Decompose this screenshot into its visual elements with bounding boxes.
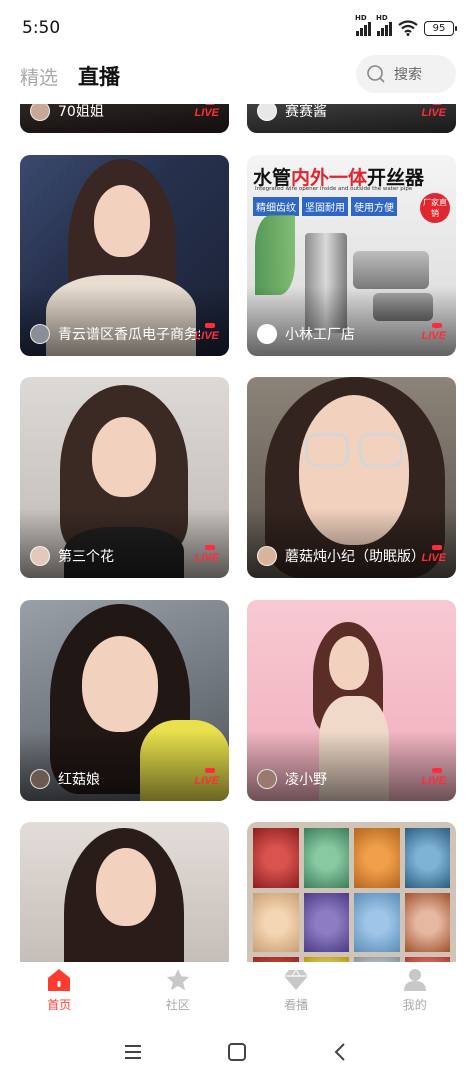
profile-icon — [403, 969, 426, 991]
card-anchor: 蘑菇炖小纪（助眠版） — [257, 546, 425, 566]
star-icon — [166, 969, 190, 991]
card-cover — [247, 822, 456, 964]
live-badge: LIVE — [421, 104, 446, 119]
nav-community[interactable]: 社区 — [119, 962, 238, 1024]
battery-level: 95 — [432, 22, 446, 34]
anchor-name: 赛赛酱 — [285, 104, 327, 120]
card-anchor: 第三个花 — [30, 546, 114, 566]
live-badge: LIVE — [421, 545, 446, 564]
live-feed[interactable]: 70姐姐 LIVE 赛赛酱 LIVE 青云谱区香瓜电子商务经 LIVE 水管内外… — [0, 104, 474, 964]
live-card[interactable]: 70姐姐 LIVE — [20, 104, 229, 133]
anchor-name: 蘑菇炖小纪（助眠版） — [285, 549, 425, 565]
live-badge: LIVE — [194, 545, 219, 564]
live-card[interactable]: 蘑菇炖小纪（助眠版） LIVE — [247, 377, 456, 578]
top-header: 精选 直播 搜索 — [0, 55, 474, 101]
anchor-name: 凌小野 — [285, 772, 327, 788]
card-anchor: 70姐姐 — [30, 104, 104, 121]
diamond-icon — [284, 969, 309, 990]
live-card[interactable]: 赛赛酱 LIVE — [247, 104, 456, 133]
card-anchor: 赛赛酱 — [257, 104, 327, 121]
nav-profile-label: 我的 — [402, 998, 427, 1012]
live-badge: LIVE — [194, 323, 219, 342]
card-cover — [20, 822, 229, 964]
nav-home-label: 首页 — [47, 998, 72, 1012]
live-card[interactable]: 青云谱区香瓜电子商务经 LIVE — [20, 155, 229, 356]
card-anchor: 红菇娘 — [30, 769, 100, 789]
signal-hd-label-2: HD — [376, 14, 388, 22]
anchor-name: 红菇娘 — [58, 772, 100, 788]
live-card[interactable] — [20, 822, 229, 964]
nav-community-label: 社区 — [165, 998, 190, 1012]
avatar — [30, 104, 50, 121]
poster-tag: 坚固耐用 — [302, 197, 348, 216]
status-time: 5:50 — [22, 18, 61, 38]
signal-icon: HD — [355, 14, 371, 36]
card-anchor: 青云谱区香瓜电子商务经 — [30, 324, 200, 344]
avatar — [30, 546, 50, 566]
live-card[interactable]: 水管内外一体开丝器 Integrated wire opener inside … — [247, 155, 456, 356]
nav-home[interactable]: 首页 — [0, 962, 119, 1024]
poster-tags: 精细齿纹 坚固耐用 使用方便 — [253, 197, 397, 216]
live-card[interactable]: 红菇娘 LIVE — [20, 600, 229, 801]
anchor-name: 第三个花 — [58, 549, 114, 565]
anchor-name: 小林工厂店 — [285, 327, 355, 343]
back-chevron-icon — [334, 1043, 345, 1061]
live-card[interactable]: 凌小野 LIVE — [247, 600, 456, 801]
tab-live[interactable]: 直播 — [78, 61, 120, 91]
poster-subtitle: Integrated wire opener inside and outsid… — [255, 186, 413, 192]
nav-watch[interactable]: 看播 — [237, 962, 356, 1024]
anchor-name: 70姐姐 — [58, 104, 104, 120]
live-card[interactable] — [247, 822, 456, 964]
recents-button[interactable] — [81, 1024, 185, 1080]
search-icon — [367, 65, 385, 83]
back-button[interactable] — [289, 1024, 393, 1080]
signal-icon-2: HD — [376, 14, 392, 36]
bottom-nav: 首页 社区 看播 我的 — [0, 962, 474, 1024]
nav-profile[interactable]: 我的 — [356, 962, 474, 1024]
live-card[interactable]: 第三个花 LIVE — [20, 377, 229, 578]
search-input[interactable]: 搜索 — [356, 55, 456, 93]
square-icon — [228, 1043, 246, 1061]
tab-featured[interactable]: 精选 — [20, 63, 58, 90]
avatar — [257, 769, 277, 789]
home-icon — [48, 969, 71, 991]
home-button[interactable] — [185, 1024, 289, 1080]
battery-icon: 95 — [424, 20, 457, 36]
card-anchor: 凌小野 — [257, 769, 327, 789]
system-nav-bar — [0, 1024, 474, 1080]
menu-icon — [125, 1045, 141, 1059]
poster-tag: 使用方便 — [351, 197, 397, 216]
avatar — [30, 324, 50, 344]
status-icons: HD HD 95 — [355, 14, 457, 36]
live-badge: LIVE — [421, 768, 446, 787]
avatar — [257, 546, 277, 566]
search-placeholder: 搜索 — [394, 67, 422, 83]
status-bar: 5:50 HD HD 95 — [0, 0, 474, 58]
signal-hd-label: HD — [355, 14, 367, 22]
live-badge: LIVE — [421, 323, 446, 342]
avatar — [30, 769, 50, 789]
avatar — [257, 324, 277, 344]
card-anchor: 小林工厂店 — [257, 324, 355, 344]
wifi-icon — [398, 20, 418, 36]
anchor-name: 青云谱区香瓜电子商务经 — [58, 327, 200, 343]
nav-watch-label: 看播 — [284, 998, 309, 1012]
poster-badge: 厂家直销 — [420, 193, 450, 223]
live-badge: LIVE — [194, 104, 219, 119]
poster-tag: 精细齿纹 — [253, 197, 299, 216]
live-badge: LIVE — [194, 768, 219, 787]
avatar — [257, 104, 277, 121]
